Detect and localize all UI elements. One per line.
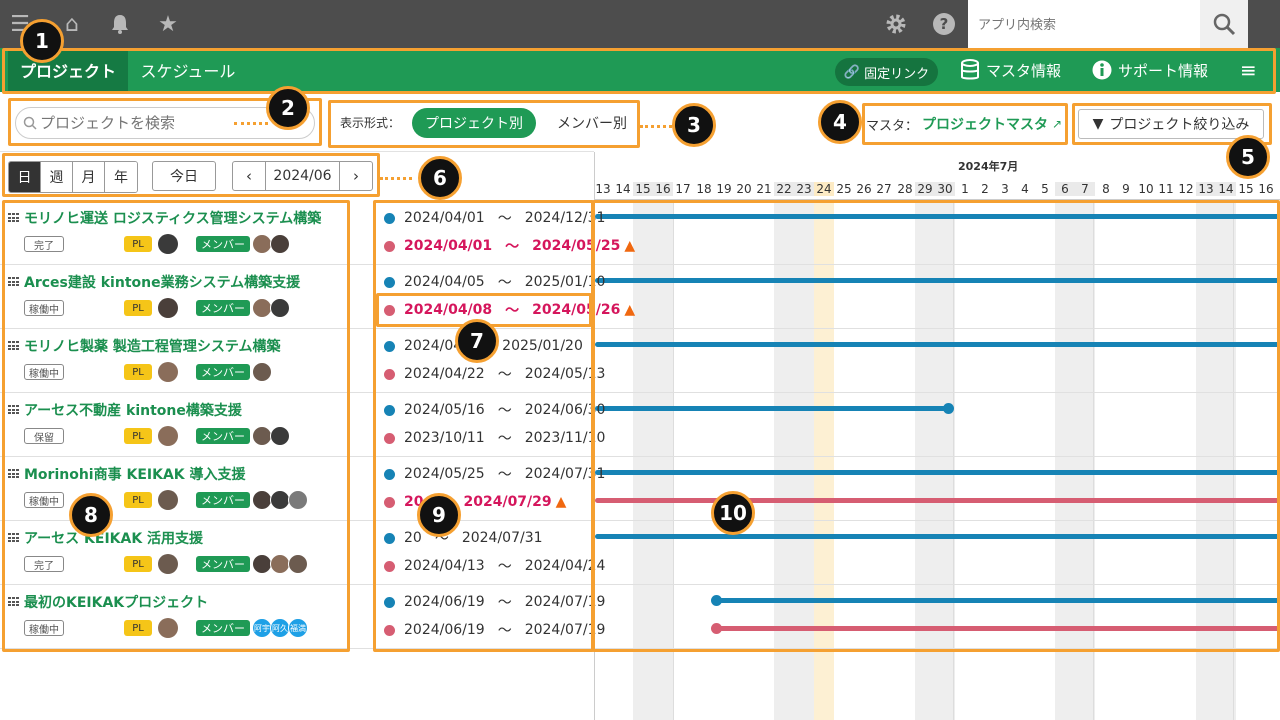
day-header-cell: 6 — [1055, 182, 1075, 196]
day-header-cell: 27 — [876, 182, 892, 196]
annotation-badge-10: 10 — [711, 491, 755, 535]
annotation-badge-9: 9 — [417, 493, 461, 537]
day-header-cell: 14 — [615, 182, 631, 196]
star-icon[interactable]: ★ — [150, 0, 186, 48]
day-header-cell: 12 — [1178, 182, 1194, 196]
day-header-cell: 4 — [1021, 182, 1029, 196]
day-header-cell: 29 — [915, 182, 935, 196]
day-header-cell: 5 — [1041, 182, 1049, 196]
annotation-box-3 — [328, 100, 640, 148]
day-header-cell: 14 — [1216, 182, 1236, 196]
app-search-input[interactable] — [968, 0, 1200, 48]
day-header-cell: 1 — [961, 182, 969, 196]
annotation-badge-2: 2 — [266, 86, 310, 130]
search-icon — [1213, 13, 1236, 36]
day-header-cell: 10 — [1138, 182, 1154, 196]
day-header-cell: 13 — [595, 182, 611, 196]
day-header-cell: 2 — [981, 182, 989, 196]
annotation-box-1 — [2, 48, 1276, 94]
day-header-cell: 24 — [814, 182, 834, 196]
annotation-leader-3 — [640, 125, 672, 128]
svg-text:?: ? — [940, 15, 949, 33]
day-header-cell: 15 — [633, 182, 653, 196]
day-header-cell: 21 — [756, 182, 772, 196]
annotation-leader-6 — [380, 177, 412, 180]
month-label: 2024年7月 — [958, 160, 1019, 173]
day-header-cell: 28 — [897, 182, 913, 196]
day-header-cell: 26 — [856, 182, 872, 196]
day-header-cell: 16 — [653, 182, 673, 196]
annotation-badge-3: 3 — [672, 103, 716, 147]
annotation-box-6 — [2, 153, 380, 197]
annotation-badge-1: 1 — [20, 19, 64, 63]
day-header-cell: 23 — [794, 182, 814, 196]
day-header-cell: 17 — [675, 182, 691, 196]
annotation-box-8 — [2, 200, 350, 652]
day-header-cell: 16 — [1258, 182, 1274, 196]
annotation-badge-6: 6 — [418, 156, 462, 200]
annotation-badge-4: 4 — [818, 100, 862, 144]
annotation-badge-7: 7 — [455, 319, 499, 363]
day-header-cell: 11 — [1158, 182, 1174, 196]
annotation-box-4 — [862, 103, 1068, 145]
day-header-cell: 18 — [696, 182, 712, 196]
day-header-cell: 19 — [716, 182, 732, 196]
day-header-cell: 7 — [1075, 182, 1095, 196]
annotation-badge-5: 5 — [1226, 135, 1270, 179]
day-header-cell: 15 — [1238, 182, 1254, 196]
day-header-cell: 13 — [1196, 182, 1216, 196]
annotation-box-10 — [592, 200, 1280, 652]
day-header-cell: 25 — [836, 182, 852, 196]
day-header-cell: 20 — [736, 182, 752, 196]
day-header-cell: 8 — [1102, 182, 1110, 196]
day-header-cell: 9 — [1122, 182, 1130, 196]
day-header-cell: 30 — [935, 182, 955, 196]
annotation-badge-8: 8 — [69, 493, 113, 537]
gear-icon[interactable] — [878, 0, 914, 48]
toolbar-divider — [0, 151, 594, 152]
bell-icon[interactable] — [102, 0, 138, 48]
day-header-cell: 3 — [1001, 182, 1009, 196]
search-button[interactable] — [1200, 0, 1248, 48]
help-icon[interactable]: ? — [926, 0, 962, 48]
annotation-leader-2 — [234, 122, 268, 125]
annotation-box-9 — [373, 200, 594, 652]
day-header-cell: 22 — [774, 182, 794, 196]
